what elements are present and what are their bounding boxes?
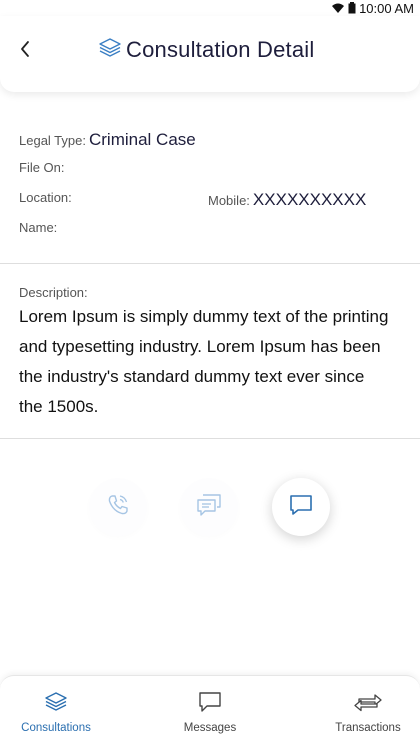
location-row: Location: Mobile: XXXXXXXXXX: [19, 190, 401, 220]
back-button[interactable]: [14, 38, 36, 64]
messages-icon: [194, 491, 224, 524]
call-button[interactable]: [89, 478, 147, 536]
location-label: Location:: [19, 190, 72, 205]
chevron-left-icon: [19, 40, 31, 63]
legal-type-label: Legal Type:: [19, 133, 86, 148]
mobile-label: Mobile:: [208, 193, 250, 208]
nav-messages-label: Messages: [183, 721, 237, 734]
chat-button[interactable]: [272, 478, 330, 536]
nav-transactions-label: Transactions: [335, 721, 401, 734]
file-on-row: File On:: [19, 160, 401, 190]
name-row: Name:: [19, 220, 401, 250]
nav-messages[interactable]: Messages: [170, 676, 250, 747]
name-label: Name:: [19, 220, 58, 235]
divider: [0, 263, 420, 264]
app-bar: Consultation Detail: [0, 16, 420, 92]
status-bar: 10:00 AM: [0, 0, 420, 16]
bottom-navigation: Consultations Messages Transactions: [0, 675, 420, 747]
nav-consultations-label: Consultations: [21, 721, 91, 734]
status-time: 10:00 AM: [359, 0, 414, 16]
phone-call-icon: [104, 491, 132, 524]
layers-icon: [98, 36, 122, 63]
mobile-value: XXXXXXXXXX: [252, 190, 367, 209]
file-on-label: File On:: [19, 160, 65, 175]
page-title: Consultation Detail: [126, 36, 315, 62]
contact-actions: [0, 478, 420, 538]
transfer-icon: [353, 691, 383, 718]
divider: [0, 438, 420, 439]
mobile-field: Mobile: XXXXXXXXXX: [208, 190, 366, 210]
page-title-wrap: Consultation Detail: [98, 36, 314, 63]
description-section: Description: Lorem Ipsum is simply dummy…: [19, 285, 390, 422]
legal-type-row: Legal Type: Criminal Case: [19, 130, 401, 160]
nav-consultations[interactable]: Consultations: [14, 676, 98, 747]
nav-transactions[interactable]: Transactions: [328, 676, 408, 747]
description-label: Description:: [19, 285, 88, 300]
layers-icon: [43, 691, 69, 718]
message-icon: [197, 691, 223, 718]
legal-type-value: Criminal Case: [88, 130, 196, 149]
chat-icon: [287, 491, 315, 524]
description-text: Lorem Ipsum is simply dummy text of the …: [19, 307, 389, 416]
messages-button[interactable]: [180, 478, 238, 536]
consultation-info: Legal Type: Criminal Case File On: Locat…: [19, 130, 401, 250]
battery-icon: [348, 2, 356, 14]
wifi-icon: [331, 2, 345, 14]
